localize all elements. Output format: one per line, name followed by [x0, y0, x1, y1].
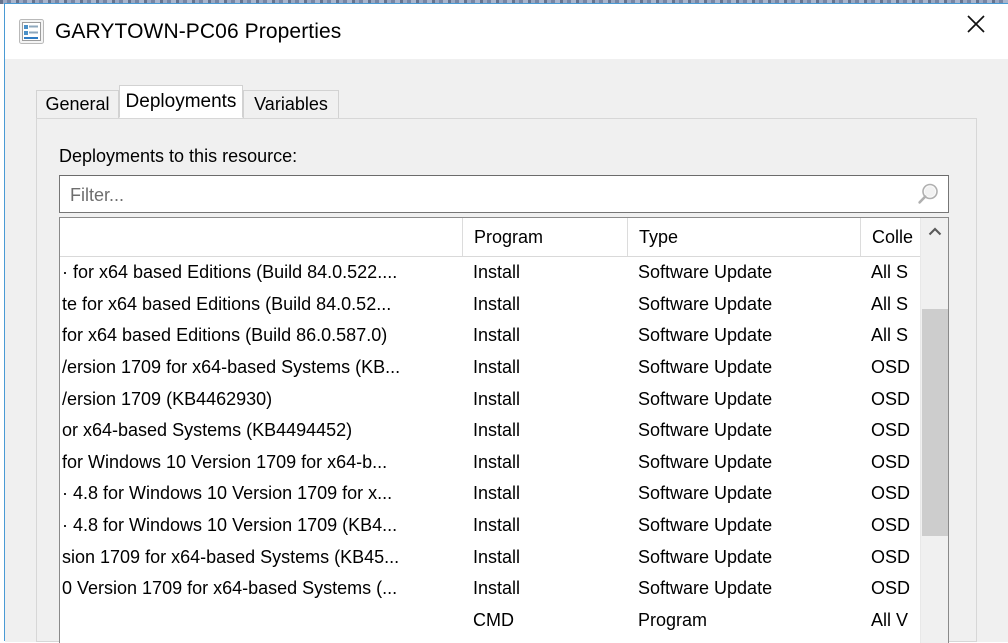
deployments-list[interactable]: Program Type Colle · for x64 based Editi…: [59, 217, 949, 643]
cell-name: /ersion 1709 for x64-based Systems (KB..…: [60, 352, 458, 384]
cell-collection: All S: [860, 289, 918, 321]
cell-program: Install: [462, 289, 624, 321]
cell-program: Install: [462, 510, 624, 542]
table-row[interactable]: /ersion 1709 for x64-based Systems (KB..…: [60, 352, 948, 384]
cell-collection: OSD: [860, 383, 918, 415]
cell-type: Software Update: [627, 257, 854, 289]
column-header-program-label: Program: [474, 227, 543, 248]
cell-program: CMD: [462, 605, 624, 637]
cell-name: [60, 605, 458, 637]
cell-name: te for x64 based Editions (Build 84.0.52…: [60, 289, 458, 321]
cell-type: Software Update: [627, 352, 854, 384]
tab-general[interactable]: General: [36, 90, 119, 118]
tab-variables-label: Variables: [254, 94, 328, 115]
cell-collection: All S: [860, 320, 918, 352]
cell-type: Software Update: [627, 320, 854, 352]
cell-program: Install: [462, 447, 624, 479]
cell-program: Install: [462, 352, 624, 384]
table-row[interactable]: for Windows 10 Version 1709 for x64-b...…: [60, 447, 948, 479]
tab-deployments[interactable]: Deployments: [119, 85, 243, 118]
tab-general-label: General: [45, 94, 109, 115]
column-header-collection[interactable]: Colle: [860, 218, 920, 256]
dialog-body: General Deployments Variables Deployment…: [5, 59, 1008, 642]
cell-name: · 4.8 for Windows 10 Version 1709 for x.…: [60, 478, 458, 510]
cell-collection: OSD: [860, 415, 918, 447]
cell-program: Install: [462, 573, 624, 605]
column-header-name[interactable]: [60, 218, 462, 256]
table-row[interactable]: · for x64 based Editions (Build 84.0.522…: [60, 257, 948, 289]
list-vertical-scrollbar[interactable]: [920, 218, 948, 643]
search-icon[interactable]: [913, 181, 941, 209]
cell-collection: OSD: [860, 478, 918, 510]
title-bar: GARYTOWN-PC06 Properties: [5, 4, 1008, 59]
list-rows-container: · for x64 based Editions (Build 84.0.522…: [60, 257, 948, 643]
cell-collection: All V: [860, 605, 918, 637]
page-title: GARYTOWN-PC06 Properties: [55, 20, 341, 44]
tab-variables[interactable]: Variables: [243, 90, 339, 118]
cell-collection: OSD: [860, 541, 918, 573]
tab-deployments-label: Deployments: [126, 91, 237, 113]
cell-collection: OSD: [860, 510, 918, 542]
cell-type: Software Update: [627, 573, 854, 605]
tab-strip: General Deployments Variables: [36, 86, 976, 118]
cell-collection: OSD: [860, 447, 918, 479]
table-row[interactable]: CMDProgramAll V: [60, 605, 948, 637]
cell-program: Install: [462, 478, 624, 510]
cell-program: Install: [462, 541, 624, 573]
cell-program: Install: [462, 383, 624, 415]
cell-type: Software Update: [627, 289, 854, 321]
cell-type: Software Update: [627, 478, 854, 510]
table-row[interactable]: · 4.8 for Windows 10 Version 1709 (KB4..…: [60, 510, 948, 542]
table-row[interactable]: · 4.8 for Windows 10 Version 1709 for x.…: [60, 478, 948, 510]
cell-name: or x64-based Systems (KB4494452): [60, 415, 458, 447]
close-button[interactable]: [950, 4, 1002, 44]
filter-input[interactable]: [68, 176, 902, 214]
cell-type: Program: [627, 605, 854, 637]
list-header-row: Program Type Colle: [60, 218, 948, 257]
cell-name: · 4.8 for Windows 10 Version 1709 (KB4..…: [60, 510, 458, 542]
cell-program: Install: [462, 320, 624, 352]
cell-name: /ersion 1709 (KB4462930): [60, 383, 458, 415]
cell-name: for Windows 10 Version 1709 for x64-b...: [60, 447, 458, 479]
column-header-type-label: Type: [639, 227, 678, 248]
scrollbar-thumb[interactable]: [922, 309, 948, 536]
table-row[interactable]: for x64 based Editions (Build 86.0.587.0…: [60, 320, 948, 352]
deployments-tab-panel: Deployments to this resource:: [36, 118, 977, 642]
properties-sheet-icon: [19, 19, 44, 44]
table-row[interactable]: or x64-based Systems (KB4494452)InstallS…: [60, 415, 948, 447]
cell-type: Software Update: [627, 383, 854, 415]
cell-collection: OSD: [860, 352, 918, 384]
cell-type: Software Update: [627, 415, 854, 447]
chevron-up-icon[interactable]: [921, 218, 948, 246]
cell-name: 0 Version 1709 for x64-based Systems (..…: [60, 573, 458, 605]
column-header-type[interactable]: Type: [627, 218, 860, 256]
table-row[interactable]: te for x64 based Editions (Build 84.0.52…: [60, 289, 948, 321]
properties-dialog-window: GARYTOWN-PC06 Properties General Deploym…: [4, 3, 1008, 641]
cell-type: Software Update: [627, 510, 854, 542]
table-row[interactable]: sion 1709 for x64-based Systems (KB45...…: [60, 541, 948, 573]
cell-program: Install: [462, 415, 624, 447]
cell-program: Install: [462, 257, 624, 289]
cell-name: · for x64 based Editions (Build 84.0.522…: [60, 257, 458, 289]
table-row[interactable]: /ersion 1709 (KB4462930)InstallSoftware …: [60, 383, 948, 415]
cell-name: for x64 based Editions (Build 86.0.587.0…: [60, 320, 458, 352]
deployments-section-label: Deployments to this resource:: [59, 146, 297, 167]
cell-name: sion 1709 for x64-based Systems (KB45...: [60, 541, 458, 573]
cell-collection: OSD: [860, 573, 918, 605]
cell-collection: All S: [860, 257, 918, 289]
column-header-program[interactable]: Program: [462, 218, 627, 256]
cell-type: Software Update: [627, 447, 854, 479]
column-header-collection-label: Colle: [872, 227, 913, 248]
table-row[interactable]: 0 Version 1709 for x64-based Systems (..…: [60, 573, 948, 605]
filter-box[interactable]: [59, 175, 949, 213]
cell-type: Software Update: [627, 541, 854, 573]
